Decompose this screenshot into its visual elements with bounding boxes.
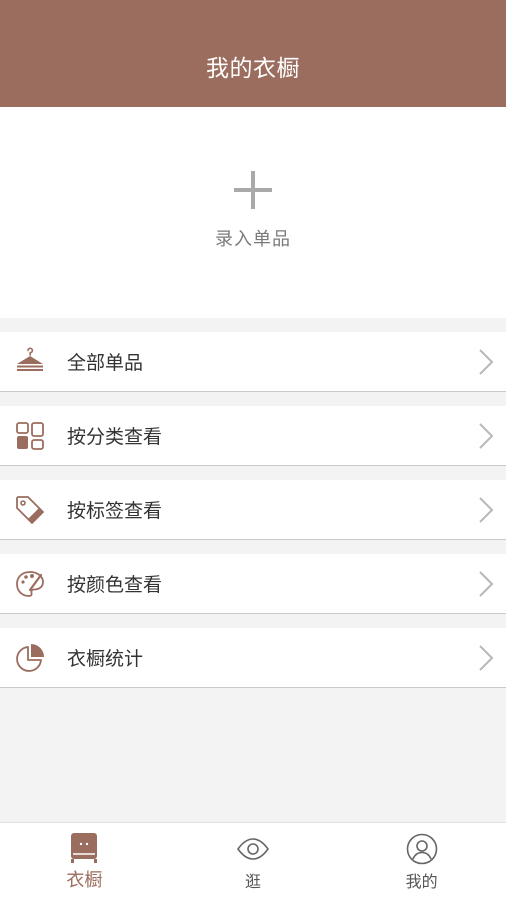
menu-item-label: 按颜色查看: [67, 574, 163, 596]
add-item-label: 录入单品: [215, 228, 291, 250]
menu-item-label: 按分类查看: [67, 426, 163, 448]
menu-item-by-category[interactable]: 按分类查看: [0, 406, 506, 466]
tab-label: 我的: [405, 872, 438, 891]
menu-item-by-color[interactable]: 按颜色查看: [0, 554, 506, 614]
tab-explore[interactable]: 逛: [169, 823, 338, 900]
chevron-right-icon: [479, 349, 494, 375]
eye-icon: [237, 838, 269, 860]
tab-me[interactable]: 我的: [337, 823, 506, 900]
bottom-tab-bar: 衣橱 逛 我的: [0, 822, 506, 900]
page-title: 我的衣橱: [206, 56, 300, 82]
tag-icon: [16, 496, 44, 524]
app-header: 我的衣橱: [0, 0, 506, 107]
menu-item-statistics[interactable]: 衣橱统计: [0, 628, 506, 688]
menu-item-all-items[interactable]: 全部单品: [0, 332, 506, 392]
menu-item-label: 衣橱统计: [67, 648, 144, 670]
add-item-button[interactable]: 录入单品: [0, 107, 506, 318]
chevron-right-icon: [479, 497, 494, 523]
menu-item-label: 全部单品: [67, 352, 144, 374]
user-icon: [406, 833, 437, 865]
wardrobe-icon: [71, 833, 98, 863]
tab-label: 逛: [245, 872, 262, 891]
chevron-right-icon: [479, 423, 494, 449]
chevron-right-icon: [479, 645, 494, 671]
chevron-right-icon: [479, 571, 494, 597]
pie-chart-icon: [16, 644, 44, 672]
menu-item-by-tag[interactable]: 按标签查看: [0, 480, 506, 540]
menu-item-label: 按标签查看: [67, 500, 163, 522]
tab-wardrobe[interactable]: 衣橱: [0, 823, 169, 900]
tab-label: 衣橱: [66, 870, 103, 891]
plus-icon: [234, 170, 272, 209]
palette-icon: [16, 571, 44, 597]
category-grid-icon: [16, 422, 44, 450]
hanger-icon: [17, 347, 43, 371]
